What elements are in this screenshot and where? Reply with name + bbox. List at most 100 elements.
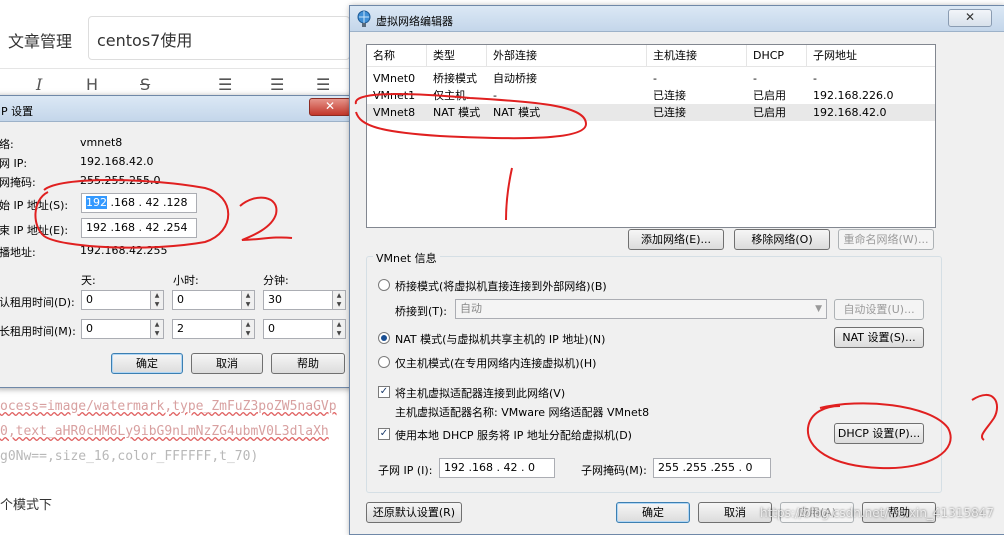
cell-host: 已连接: [653, 89, 686, 102]
broadcast-label: 播地址:: [0, 246, 36, 259]
col-name[interactable]: 名称: [367, 45, 427, 67]
max-lease-hours-input[interactable]: 2: [172, 319, 242, 339]
cell-type: 桥接模式: [433, 72, 477, 85]
markdown-line-3: g0Nw==,size_16,color_FFFFFF,t_70): [0, 449, 259, 464]
cell-external: 自动桥接: [493, 72, 537, 85]
dhcp-dialog-titlebar: P 设置 ✕: [0, 96, 355, 122]
col-type[interactable]: 类型: [427, 45, 487, 67]
markdown-text: 个模式下: [0, 498, 53, 513]
unordered-list-icon[interactable]: ☰: [218, 75, 232, 94]
table-row-selected[interactable]: VMnet8 NAT 模式 NAT 模式 已连接 已启用 192.168.42.…: [367, 104, 935, 121]
spin-arrows-icon[interactable]: ▲ ▼: [150, 290, 164, 310]
remove-network-button[interactable]: 移除网络(O): [734, 229, 830, 250]
article-title-input[interactable]: centos7使用: [88, 16, 350, 60]
cell-host: -: [653, 72, 657, 85]
subnet-mask-label: 子网掩码(M):: [581, 464, 647, 477]
spin-arrows-icon[interactable]: ▲ ▼: [332, 319, 346, 339]
vne-titlebar: 虚拟网络编辑器 ✕: [350, 6, 1004, 32]
spin-arrows-icon[interactable]: ▲ ▼: [150, 319, 164, 339]
default-lease-label: 认租用时间(D):: [0, 296, 75, 309]
bridge-mode-radio[interactable]: [378, 279, 390, 291]
adapter-name-label: 主机虚拟适配器名称: VMware 网络适配器 VMnet8: [395, 406, 650, 419]
subnet-mask-input[interactable]: 255 .255 .255 . 0: [653, 458, 771, 478]
col-subnet[interactable]: 子网地址: [807, 45, 935, 67]
col-host[interactable]: 主机连接: [647, 45, 747, 67]
editor-toolbar: I H S ☰ ☰ ☰: [0, 68, 352, 98]
rename-network-button[interactable]: 重命名网络(W)...: [838, 229, 934, 250]
default-lease-days-input[interactable]: 0: [81, 290, 151, 310]
col-external[interactable]: 外部连接: [487, 45, 647, 67]
dhcp-settings-dialog: P 设置 ✕ 络: vmnet8 网 IP: 192.168.42.0 网掩码:…: [0, 95, 356, 388]
cell-dhcp: 已启用: [753, 106, 786, 119]
max-lease-minutes-input[interactable]: 0: [263, 319, 333, 339]
cell-type: NAT 模式: [433, 106, 481, 119]
ordered-list-icon[interactable]: ☰: [270, 75, 284, 94]
end-ip-input[interactable]: 192 .168 . 42 .254: [81, 218, 197, 238]
broadcast-value: 192.168.42.255: [80, 244, 168, 257]
host-only-radio[interactable]: [378, 356, 390, 368]
dhcp-ok-button[interactable]: 确定: [111, 353, 183, 374]
auto-settings-button[interactable]: 自动设置(U)...: [834, 299, 924, 320]
hours-column-label: 小时:: [173, 274, 199, 287]
cell-external: NAT 模式: [493, 106, 541, 119]
nat-mode-label: NAT 模式(与虚拟机共享主机的 IP 地址)(N): [395, 333, 606, 346]
cell-name: VMnet0: [373, 72, 416, 85]
nat-mode-radio[interactable]: [378, 332, 390, 344]
dhcp-help-button[interactable]: 帮助: [271, 353, 345, 374]
vne-ok-button[interactable]: 确定: [616, 502, 690, 523]
spin-arrows-icon[interactable]: ▲ ▼: [241, 319, 255, 339]
task-list-icon[interactable]: ☰: [316, 75, 330, 94]
cell-host: 已连接: [653, 106, 686, 119]
close-icon[interactable]: ✕: [309, 98, 351, 116]
default-lease-hours-input[interactable]: 0: [172, 290, 242, 310]
cell-dhcp: 已启用: [753, 89, 786, 102]
vne-title: 虚拟网络编辑器: [376, 15, 453, 28]
cell-subnet: -: [813, 72, 817, 85]
virtual-network-editor-window: 虚拟网络编辑器 ✕ 名称 类型 外部连接 主机连接 DHCP 子网地址 VMne…: [349, 5, 1004, 535]
chevron-down-icon: ▼: [815, 304, 822, 314]
table-row[interactable]: VMnet1 仅主机... - 已连接 已启用 192.168.226.0: [367, 87, 935, 104]
default-lease-minutes-input[interactable]: 30: [263, 290, 333, 310]
cell-type: 仅主机...: [433, 89, 477, 102]
restore-defaults-button[interactable]: 还原默认设置(R): [366, 502, 462, 523]
network-value: vmnet8: [80, 136, 123, 149]
heading-icon[interactable]: H: [86, 75, 98, 94]
start-ip-input[interactable]: 192 .168 . 42 .128: [81, 193, 197, 213]
end-ip-label: 束 IP 地址(E):: [0, 224, 69, 237]
cell-name: VMnet8: [373, 106, 416, 119]
minutes-column-label: 分钟:: [263, 274, 289, 287]
network-globe-icon: [357, 10, 371, 27]
connect-adapter-checkbox[interactable]: ✓: [378, 386, 390, 398]
article-management-label: 文章管理: [8, 32, 73, 51]
italic-icon[interactable]: I: [36, 75, 42, 94]
subnet-ip-label: 子网 IP (I):: [378, 464, 433, 477]
bridge-to-label: 桥接到(T):: [395, 305, 448, 318]
markdown-line-2: 0,text_aHR0cHM6Ly9ibG9nLmNzZG4ubmV0L3dla…: [0, 424, 329, 439]
markdown-line-1: ocess=image/watermark,type_ZmFuZ3poZW5na…: [0, 399, 337, 414]
bridge-to-select[interactable]: 自动 ▼: [455, 299, 827, 319]
strikethrough-icon[interactable]: S: [140, 75, 150, 94]
table-row[interactable]: VMnet0 桥接模式 自动桥接 - - -: [367, 70, 935, 87]
spin-arrows-icon[interactable]: ▲ ▼: [241, 290, 255, 310]
subnet-ip-label: 网 IP:: [0, 157, 28, 170]
subnet-ip-input[interactable]: 192 .168 . 42 . 0: [439, 458, 555, 478]
max-lease-label: 长租用时间(M):: [0, 325, 76, 338]
vmnet-info-group: VMnet 信息 桥接模式(将虚拟机直接连接到外部网络)(B) 桥接到(T): …: [366, 250, 942, 493]
max-lease-days-input[interactable]: 0: [81, 319, 151, 339]
use-dhcp-checkbox[interactable]: ✓: [378, 428, 390, 440]
network-label: 络:: [0, 138, 14, 151]
nat-settings-button[interactable]: NAT 设置(S)...: [834, 327, 924, 348]
cell-external: -: [493, 89, 497, 102]
cell-subnet: 192.168.42.0: [813, 106, 887, 119]
add-network-button[interactable]: 添加网络(E)...: [628, 229, 724, 250]
dhcp-settings-button[interactable]: DHCP 设置(P)...: [834, 423, 924, 444]
close-icon[interactable]: ✕: [948, 9, 992, 27]
network-table: 名称 类型 外部连接 主机连接 DHCP 子网地址 VMnet0 桥接模式 自动…: [366, 44, 936, 228]
subnet-ip-value: 192.168.42.0: [80, 155, 154, 168]
start-ip-label: 始 IP 地址(S):: [0, 199, 69, 212]
col-dhcp[interactable]: DHCP: [747, 45, 807, 67]
dhcp-cancel-button[interactable]: 取消: [191, 353, 263, 374]
csdn-watermark: https://blog.csdn.net/weixin_41315847: [759, 506, 994, 520]
subnet-mask-label: 网掩码:: [0, 176, 36, 189]
spin-arrows-icon[interactable]: ▲ ▼: [332, 290, 346, 310]
